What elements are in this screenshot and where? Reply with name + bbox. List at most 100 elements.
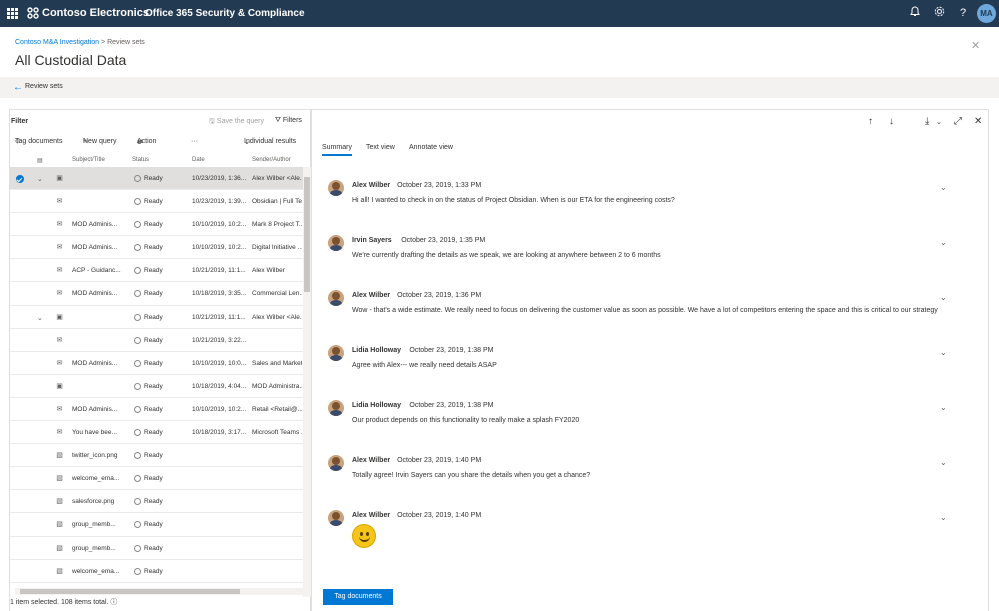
next-item-icon[interactable]: ↓ (889, 116, 894, 127)
save-query-button[interactable]: 🖫 Save the query (209, 117, 264, 128)
page-title: All Custodial Data (15, 52, 127, 68)
status-circle-icon (134, 313, 141, 321)
image-file-icon: ▧ (56, 452, 63, 460)
table-row[interactable]: ▧ group_memb... Ready (10, 513, 303, 537)
table-row[interactable]: ✉ Ready 10/23/2019, 1:39... Obsidian | Full… (10, 190, 303, 214)
row-date: 10/21/2019, 11:1... (192, 267, 246, 275)
message-timestamp: October 23, 2019, 1:36 PM (397, 292, 482, 299)
row-title: You have bee... (72, 429, 117, 437)
table-row[interactable]: ▧ group_memb... Ready (10, 537, 303, 560)
help-icon[interactable]: ? (956, 6, 970, 20)
table-row[interactable]: ⌄ ▣ Ready 10/21/2019, 11:1... Alex Wilber <A… (10, 306, 303, 329)
table-row[interactable]: ✉ You have bee... Ready 10/18/2019, 3:17...… (10, 421, 303, 445)
more-options-icon[interactable]: ··· (191, 138, 198, 145)
horizontal-scrollbar[interactable] (15, 588, 307, 595)
message-timestamp: October 23, 2019, 1:35 PM (401, 237, 486, 244)
row-status: Ready (144, 521, 163, 529)
message-author: Alex Wilber (352, 512, 391, 519)
tag-documents-primary-button[interactable]: Tag documents (323, 589, 393, 605)
row-title: twitter_icon.png (72, 452, 118, 460)
row-sender: Retail <Retail@... (252, 405, 302, 413)
breadcrumb-separator: > (101, 39, 106, 46)
table-row[interactable]: ▧ welcome_ema... Ready (10, 467, 303, 491)
row-status: Ready (144, 175, 163, 182)
column-header-sender[interactable]: Sender/Author (252, 157, 291, 163)
results-pane: Filter 🖫 Save the query ⛛ Filters ⬦ Tag … (9, 109, 311, 611)
table-row[interactable]: ▧ welcome_ema... Ready (10, 560, 303, 583)
user-avatar[interactable]: MA (977, 4, 996, 23)
chevron-down-icon[interactable]: ⌄ (940, 293, 947, 302)
file-type-header-icon[interactable]: ▤ (37, 157, 43, 164)
info-icon[interactable]: ⓘ (110, 599, 117, 606)
back-arrow-icon[interactable]: ← (13, 82, 23, 93)
table-row[interactable]: ✉ MOD Adminis... Ready 10/10/2019, 10:2... R… (10, 398, 303, 422)
table-row[interactable]: ⌄ ▣ Ready 10/23/2019, 1:36... Alex Wilber <A… (10, 167, 303, 191)
table-row[interactable]: ✉ Ready 10/21/2019, 3:22... (10, 329, 303, 352)
row-date: 10/21/2019, 3:22... (192, 336, 247, 344)
status-circle-icon (134, 221, 141, 229)
row-title: MOD Adminis... (72, 290, 118, 298)
download-icon[interactable]: ⤓ (925, 116, 929, 127)
table-row[interactable]: ✉ ACP - Guidanc... Ready 10/21/2019, 11:1..… (10, 259, 303, 283)
row-sender: Digital Initiative ... (252, 244, 302, 252)
breadcrumb-parent-link[interactable]: Contoso M&A Investigation (15, 39, 99, 46)
message-item: Lidia Holloway October 23, 2019, 1:38 PM A… (328, 345, 953, 395)
table-row[interactable]: ✉ MOD Adminis... Ready 10/10/2019, 10:2... M… (10, 213, 303, 237)
brand-name[interactable]: Contoso Electronics (42, 7, 149, 19)
column-header-status[interactable]: Status (132, 157, 149, 163)
chevron-down-icon[interactable]: ⌄ (940, 403, 947, 412)
chevron-down-icon[interactable]: ⌄ (940, 458, 947, 467)
table-row[interactable]: ▧ salesforce.png Ready (10, 490, 303, 514)
mail-icon: ✉ (56, 405, 63, 413)
chevron-down-icon[interactable]: ⌄ (940, 513, 947, 522)
vertical-scroll-thumb[interactable] (304, 177, 310, 292)
mail-icon: ✉ (56, 359, 63, 367)
back-link[interactable]: Review sets (25, 83, 63, 90)
expand-chevron-icon[interactable]: ⌄ (37, 314, 43, 322)
row-status: Ready (144, 290, 163, 298)
row-title: welcome_ema... (72, 475, 120, 483)
vertical-scrollbar[interactable] (303, 167, 311, 597)
table-row[interactable]: ▣ Ready 10/18/2019, 4:04... MOD Administra.… (10, 375, 303, 398)
row-status: Ready (144, 429, 163, 437)
table-row[interactable]: ▧ twitter_icon.png Ready (10, 444, 303, 468)
breadcrumb: Contoso M&A Investigation > Review sets (15, 39, 145, 46)
column-headers: ▤ Subject/Title Status Date Sender/Autho… (10, 155, 310, 167)
table-row[interactable]: ✉ MOD Adminis... Ready 10/10/2019, 10:0... S… (10, 352, 303, 375)
chevron-down-icon[interactable]: ⌄ (940, 183, 947, 192)
row-checkbox-checked-icon[interactable] (16, 175, 24, 183)
message-timestamp: October 23, 2019, 1:38 PM (409, 402, 494, 409)
filters-label: Filters (282, 117, 302, 124)
filter-funnel-icon: ⛛ (275, 117, 281, 124)
column-header-date[interactable]: Date (192, 157, 205, 163)
close-icon[interactable]: ✕ (974, 116, 982, 127)
mail-icon: ✉ (56, 221, 63, 229)
document-viewer: ↑ ↓ ⤓ ⌄ ⤢ ✕ Summary Text view Annotate v… (311, 109, 989, 611)
expand-chevron-icon[interactable]: ⌄ (37, 175, 43, 183)
table-row[interactable]: ✉ MOD Adminis... Ready 10/10/2019, 10:2... D… (10, 236, 303, 260)
smiley-emoji-icon (352, 524, 376, 548)
gear-icon[interactable] (932, 6, 946, 20)
chevron-down-icon[interactable]: ⌄ (936, 118, 942, 126)
table-row[interactable]: ✉ MOD Adminis... Ready 10/18/2019, 3:35... C… (10, 282, 303, 306)
expand-icon[interactable]: ⤢ (954, 116, 962, 127)
chevron-down-icon[interactable]: ⌄ (940, 238, 947, 247)
row-title: salesforce.png (72, 498, 115, 506)
app-title[interactable]: Office 365 Security & Compliance (145, 8, 305, 19)
row-status: Ready (144, 452, 163, 460)
image-file-icon: ▧ (56, 521, 63, 529)
tab-text-view[interactable]: Text view (366, 144, 395, 151)
horizontal-scroll-thumb[interactable] (20, 589, 240, 594)
column-header-subject[interactable]: Subject/Title (72, 157, 105, 163)
tab-annotate-view[interactable]: Annotate view (409, 144, 453, 151)
close-icon[interactable]: ✕ (971, 39, 980, 52)
status-circle-icon (134, 405, 141, 413)
message-timestamp: October 23, 2019, 1:33 PM (397, 182, 482, 189)
tab-summary[interactable]: Summary (322, 144, 352, 156)
filters-button[interactable]: ⛛ Filters (275, 117, 302, 125)
bell-icon[interactable] (908, 6, 922, 20)
teams-icon: ▣ (56, 382, 63, 390)
previous-item-icon[interactable]: ↑ (868, 116, 873, 127)
chevron-down-icon[interactable]: ⌄ (940, 348, 947, 357)
app-launcher-icon[interactable] (7, 8, 18, 19)
